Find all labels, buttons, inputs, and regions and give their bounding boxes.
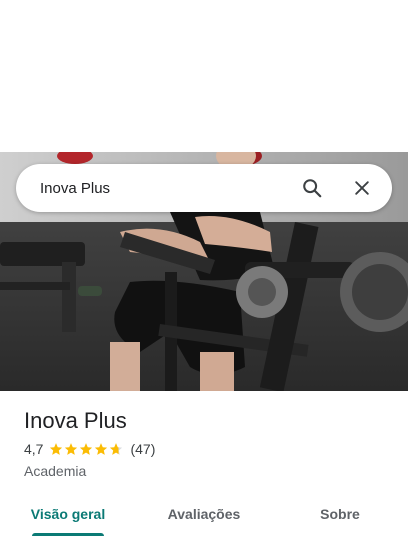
tab-bar: Visão geral Avaliações Sobre [0,496,408,544]
place-panel: Inova Plus Inova Plus 4,7 (47) Academia … [0,0,408,544]
place-category[interactable]: Academia [24,462,384,480]
star-half-icon [110,443,123,455]
star-icon [95,443,108,455]
star-icon [50,443,63,455]
place-info: Inova Plus 4,7 (47) Academia [24,406,384,480]
rating-stars [49,442,124,456]
search-bar[interactable]: Inova Plus [16,164,392,212]
search-input[interactable]: Inova Plus [40,180,296,197]
tab-about[interactable]: Sobre [272,496,408,544]
close-icon[interactable] [346,172,378,204]
search-icon[interactable] [296,172,328,204]
rating-value: 4,7 [24,441,44,457]
tab-overview[interactable]: Visão geral [0,496,136,544]
tab-active-indicator [32,533,104,536]
tab-label: Avaliações [167,506,241,522]
tab-label: Visão geral [30,506,106,522]
star-icon [65,443,78,455]
place-title: Inova Plus [24,408,127,433]
blank-area [0,0,408,152]
rating-row[interactable]: 4,7 (47) [24,440,384,458]
tab-label: Sobre [320,506,360,522]
star-icon [80,443,93,455]
reviews-count[interactable]: (47) [130,441,155,457]
tab-reviews[interactable]: Avaliações [136,496,272,544]
